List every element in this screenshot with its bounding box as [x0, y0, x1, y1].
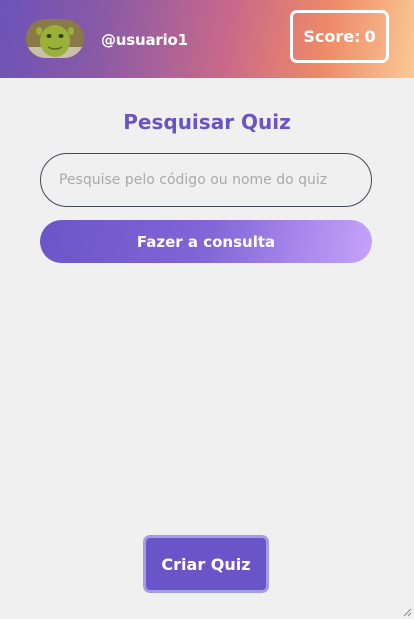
- search-input[interactable]: [40, 153, 372, 207]
- score-label: Score:: [303, 27, 361, 46]
- ogre-avatar-icon: [26, 19, 84, 58]
- page-title: Pesquisar Quiz: [123, 110, 291, 134]
- score-value: 0: [364, 27, 376, 46]
- avatar[interactable]: [26, 19, 84, 58]
- score-badge: Score: 0: [290, 10, 389, 63]
- username: @usuario1: [101, 31, 188, 49]
- top-header: @usuario1 Score: 0: [0, 0, 414, 78]
- resize-handle-icon[interactable]: [402, 607, 412, 617]
- create-quiz-button[interactable]: Criar Quiz: [143, 535, 269, 593]
- consult-button[interactable]: Fazer a consulta: [40, 220, 372, 263]
